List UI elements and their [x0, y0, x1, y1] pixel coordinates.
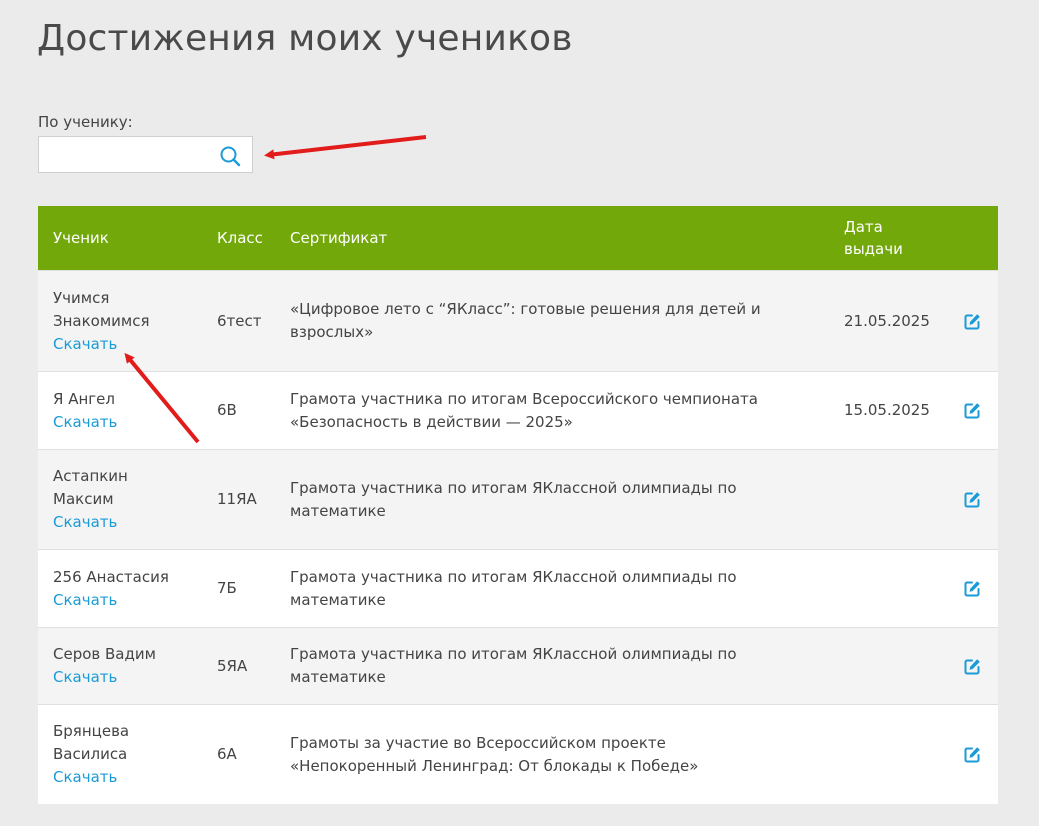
certificate-title: Грамота участника по итогам Всероссийско… [290, 389, 758, 431]
certificate-title: «Цифровое лето с “ЯКласс”: готовые решен… [290, 300, 761, 341]
student-name-line2: Василиса [53, 745, 128, 763]
edit-cell [964, 705, 986, 804]
student-name-line1: Серов Вадим [53, 645, 156, 663]
date-cell [844, 705, 954, 804]
download-link[interactable]: Скачать [53, 511, 128, 534]
edit-icon[interactable] [964, 313, 981, 330]
table-row: Астапкин Максим Скачать 11ЯА Грамота участни… [38, 449, 998, 549]
class-cell: 6тест [217, 311, 262, 330]
table-row: 256 Анастасия Скачать 7Б Грамота участника … [38, 549, 998, 627]
student-cell: Астапкин Максим Скачать [53, 450, 203, 549]
header-certificate: Сертификат [290, 229, 388, 247]
download-link[interactable]: Скачать [53, 411, 117, 434]
table-body: Учимся Знакомимся Скачать 6тест «Цифровое ле… [38, 270, 998, 804]
annotation-arrow-search [264, 135, 427, 160]
header-date-line2: выдачи [844, 240, 903, 258]
certificate-cell: Грамоты за участие во Всероссийском прое… [290, 705, 790, 804]
edit-icon[interactable] [964, 746, 981, 763]
edit-cell [964, 450, 986, 549]
header-class: Класс [217, 229, 263, 247]
date-cell: 21.05.2025 [844, 311, 930, 330]
edit-icon[interactable] [964, 402, 981, 419]
student-name-line1: Учимся [53, 288, 110, 307]
date-cell [844, 450, 954, 549]
header-date-line1: Дата [844, 218, 883, 236]
edit-icon[interactable] [964, 580, 981, 597]
header-student: Ученик [53, 229, 109, 247]
download-link[interactable]: Скачать [53, 766, 129, 789]
student-filter-label: По ученику: [38, 113, 133, 131]
student-cell: Учимся Знакомимся Скачать [53, 271, 203, 371]
certificate-cell: Грамота участника по итогам Всероссийско… [290, 372, 790, 449]
class-cell: 6В [217, 401, 237, 419]
download-link[interactable]: Скачать [53, 666, 156, 689]
table-row: Учимся Знакомимся Скачать 6тест «Цифровое ле… [38, 270, 998, 371]
certificate-title: Грамоты за участие во Всероссийском прое… [290, 733, 699, 775]
certificate-title: Грамота участника по итогам ЯКлассной ол… [290, 567, 737, 609]
header-date: Дата выдачи [844, 206, 903, 270]
date-cell [844, 628, 954, 704]
certificate-title: Грамота участника по итогам ЯКлассной ол… [290, 478, 737, 520]
student-name-line1: 256 Анастасия [53, 567, 169, 586]
student-cell: Брянцева Василиса Скачать [53, 705, 203, 804]
certificate-title: Грамота участника по итогам ЯКлассной ол… [290, 645, 737, 686]
student-cell: Серов Вадим Скачать [53, 628, 203, 704]
student-name-line1: Брянцева [53, 722, 130, 740]
certificate-cell: Грамота участника по итогам ЯКлассной ол… [290, 450, 790, 549]
edit-cell [964, 271, 986, 371]
download-link[interactable]: Скачать [53, 589, 169, 612]
edit-icon[interactable] [964, 491, 981, 508]
date-cell [844, 550, 954, 627]
table-row: Брянцева Василиса Скачать 6А Грамоты за учас… [38, 704, 998, 804]
table-header: Ученик Класс Сертификат Дата выдачи [38, 206, 998, 270]
search-icon[interactable] [219, 145, 241, 167]
student-name-line1: Астапкин [53, 467, 128, 485]
download-link[interactable]: Скачать [53, 333, 150, 356]
certificate-cell: «Цифровое лето с “ЯКласс”: готовые решен… [290, 271, 790, 371]
class-cell: 5ЯА [217, 656, 248, 675]
student-search-input[interactable] [39, 137, 225, 172]
table-row: Серов Вадим Скачать 5ЯА Грамота участника п… [38, 627, 998, 704]
student-name-line2: Максим [53, 490, 114, 508]
class-cell: 7Б [217, 579, 237, 597]
edit-cell [964, 628, 986, 704]
student-search-box [38, 136, 253, 173]
student-cell: Я Ангел Скачать [53, 372, 203, 449]
edit-cell [964, 550, 986, 627]
date-cell: 15.05.2025 [844, 401, 930, 419]
edit-cell [964, 372, 986, 449]
edit-icon[interactable] [964, 658, 981, 675]
achievements-table: Ученик Класс Сертификат Дата выдачи Учим… [38, 206, 998, 804]
page-title: Достижения моих учеников [37, 18, 573, 59]
certificate-cell: Грамота участника по итогам ЯКлассной ол… [290, 628, 790, 704]
class-cell: 6А [217, 745, 237, 763]
table-row: Я Ангел Скачать 6В Грамота участника по ито… [38, 371, 998, 449]
class-cell: 11ЯА [217, 490, 257, 508]
student-name-line1: Я Ангел [53, 389, 115, 408]
student-cell: 256 Анастасия Скачать [53, 550, 203, 627]
certificate-cell: Грамота участника по итогам ЯКлассной ол… [290, 550, 790, 627]
student-name-line2: Знакомимся [53, 311, 150, 330]
